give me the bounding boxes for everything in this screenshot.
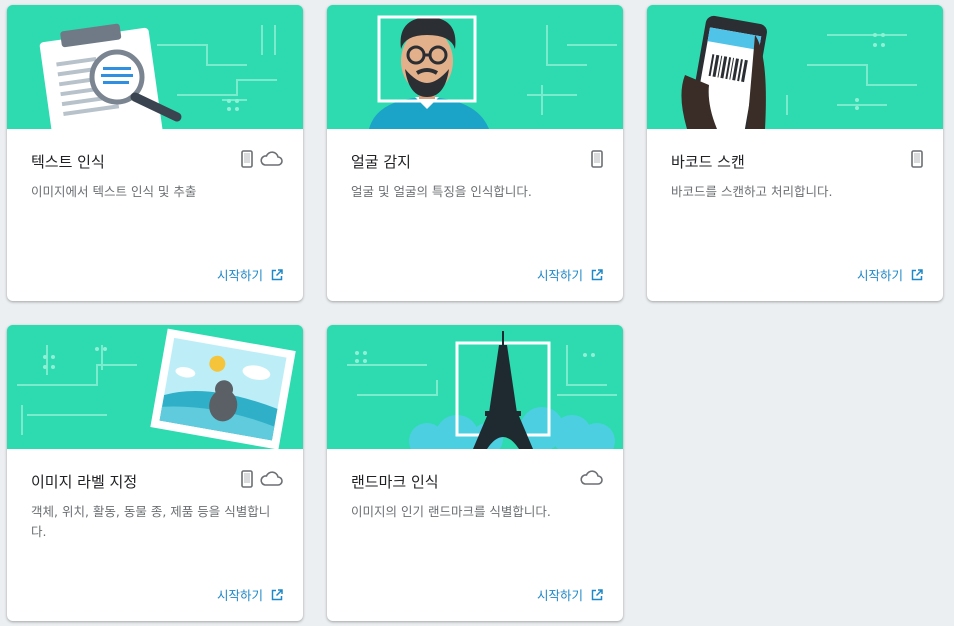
get-started-label: 시작하기 [856, 268, 903, 283]
get-started-link[interactable]: 시작하기 [857, 265, 923, 284]
cloud-icon [580, 470, 603, 485]
card-face-detection[interactable]: 얼굴 감지 얼굴 및 얼굴의 특징을 인식합니다. 시작하기 [327, 5, 623, 301]
landmark-recognition-illustration [327, 325, 623, 449]
get-started-link[interactable]: 시작하기 [537, 265, 603, 284]
card-text-recognition[interactable]: 텍스트 인식 이미지에서 텍스트 인식 및 추출 시작하기 [7, 5, 303, 301]
open-in-new-icon [591, 268, 603, 280]
card-landmark-recognition[interactable]: 랜드마크 인식 이미지의 인기 랜드마크를 식별합니다. 시작하기 [327, 325, 623, 621]
cloud-icon [260, 151, 283, 166]
card-title: 이미지 라벨 지정 [31, 473, 138, 491]
text-recognition-illustration [7, 5, 303, 129]
card-description: 이미지의 인기 랜드마크를 식별합니다. [351, 504, 551, 519]
card-description: 얼굴 및 얼굴의 특징을 인식합니다. [351, 184, 532, 199]
platform-icons [241, 470, 283, 488]
cloud-icon [260, 471, 283, 486]
card-title: 랜드마크 인식 [351, 473, 439, 491]
open-in-new-icon [591, 588, 603, 600]
platform-icons [591, 150, 603, 168]
open-in-new-icon [911, 268, 923, 280]
card-image-labeling[interactable]: 이미지 라벨 지정 객체, 위치, 활동, 동물 종, 제품 등을 식별합니다.… [7, 325, 303, 621]
platform-icons [241, 150, 283, 168]
get-started-label: 시작하기 [216, 268, 263, 283]
get-started-link[interactable]: 시작하기 [217, 265, 283, 284]
open-in-new-icon [271, 588, 283, 600]
get-started-link[interactable]: 시작하기 [217, 585, 283, 604]
card-title: 텍스트 인식 [31, 153, 105, 171]
phone-icon [591, 150, 603, 168]
get-started-label: 시작하기 [216, 588, 263, 603]
platform-icons [579, 470, 603, 486]
phone-icon [911, 150, 923, 168]
image-labeling-illustration [7, 325, 303, 449]
card-barcode-scanning[interactable]: 바코드 스캔 바코드를 스캔하고 처리합니다. 시작하기 [647, 5, 943, 301]
phone-icon [241, 150, 253, 168]
get-started-label: 시작하기 [536, 268, 583, 283]
card-description: 객체, 위치, 활동, 동물 종, 제품 등을 식별합니다. [31, 504, 271, 539]
card-description: 바코드를 스캔하고 처리합니다. [671, 184, 833, 199]
open-in-new-icon [271, 268, 283, 280]
card-description: 이미지에서 텍스트 인식 및 추출 [31, 184, 197, 199]
get-started-label: 시작하기 [536, 588, 583, 603]
get-started-link[interactable]: 시작하기 [537, 585, 603, 604]
card-title: 바코드 스캔 [671, 153, 745, 171]
phone-icon [241, 470, 253, 488]
face-detection-illustration [327, 5, 623, 129]
barcode-scanning-illustration [647, 5, 943, 129]
platform-icons [911, 150, 923, 168]
card-title: 얼굴 감지 [351, 153, 411, 171]
